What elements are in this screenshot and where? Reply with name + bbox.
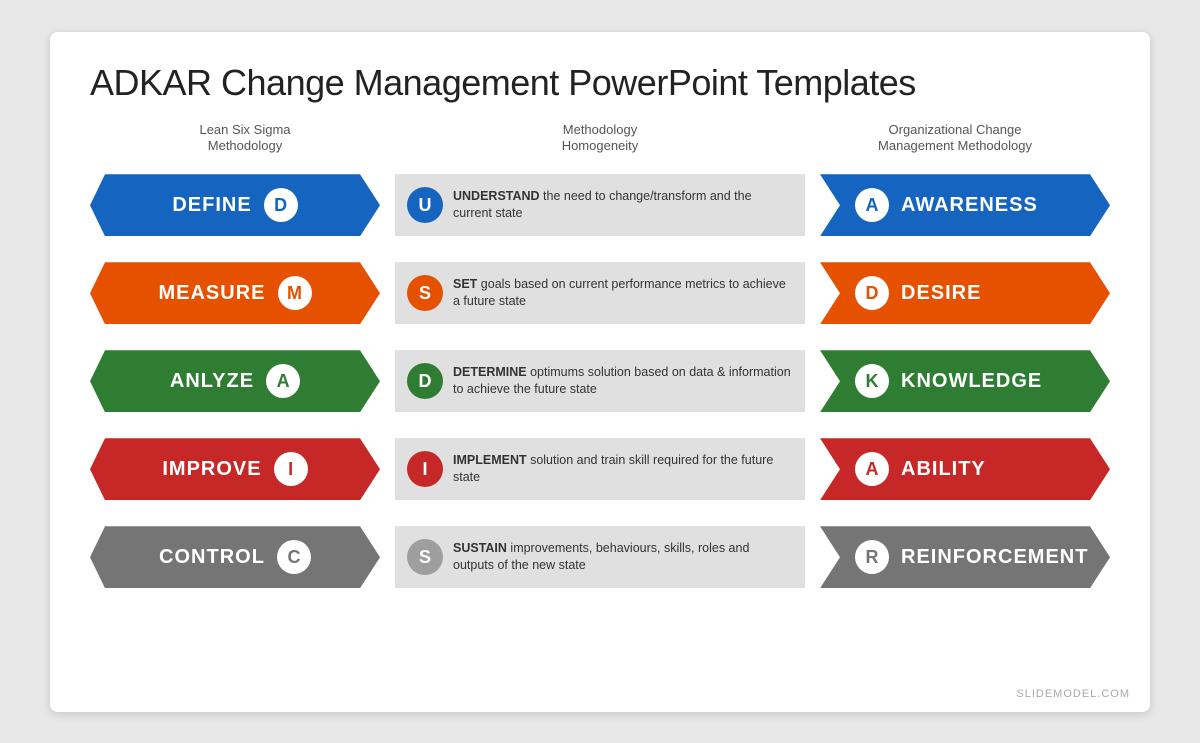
col-header-right: Organizational ChangeManagement Methodol… <box>800 122 1110 156</box>
mid-circle-analyze: D <box>407 363 443 399</box>
left-label-improve: IMPROVE <box>162 458 261 481</box>
row-control: CONTROL C S SUSTAIN improvements, behavi… <box>90 517 1110 597</box>
left-circle-measure: M <box>278 276 312 310</box>
left-circle-define: D <box>264 188 298 222</box>
row-define: DEFINE D U UNDERSTAND the need to change… <box>90 165 1110 245</box>
right-arrow-desire: D DESIRE <box>820 262 1110 324</box>
mid-text-define: UNDERSTAND the need to change/transform … <box>453 188 793 223</box>
mid-text-control: SUSTAIN improvements, behaviours, skills… <box>453 540 793 575</box>
mid-section-improve: I IMPLEMENT solution and train skill req… <box>395 438 805 500</box>
right-label-ability: ABILITY <box>901 458 986 481</box>
left-circle-improve: I <box>274 452 308 486</box>
right-circle-reinforcement: R <box>855 540 889 574</box>
mid-text-measure: SET goals based on current performance m… <box>453 276 793 311</box>
mid-section-measure: S SET goals based on current performance… <box>395 262 805 324</box>
right-arrow-ability: A ABILITY <box>820 438 1110 500</box>
left-label-analyze: ANLYZE <box>170 370 254 393</box>
left-arrow-measure: MEASURE M <box>90 262 380 324</box>
right-arrow-awareness: A AWARENESS <box>820 174 1110 236</box>
mid-text-improve: IMPLEMENT solution and train skill requi… <box>453 452 793 487</box>
left-label-define: DEFINE <box>172 194 251 217</box>
left-label-control: CONTROL <box>159 546 265 569</box>
main-title: ADKAR Change Management PowerPoint Templ… <box>90 62 1110 104</box>
mid-section-define: U UNDERSTAND the need to change/transfor… <box>395 174 805 236</box>
right-circle-ability: A <box>855 452 889 486</box>
left-arrow-control: CONTROL C <box>90 526 380 588</box>
left-arrow-analyze: ANLYZE A <box>90 350 380 412</box>
left-circle-control: C <box>277 540 311 574</box>
mid-section-control: S SUSTAIN improvements, behaviours, skil… <box>395 526 805 588</box>
mid-text-analyze: DETERMINE optimums solution based on dat… <box>453 364 793 399</box>
slide: ADKAR Change Management PowerPoint Templ… <box>50 32 1150 712</box>
left-arrow-improve: IMPROVE I <box>90 438 380 500</box>
mid-circle-measure: S <box>407 275 443 311</box>
columns-header: Lean Six SigmaMethodology MethodologyHom… <box>90 122 1110 156</box>
row-measure: MEASURE M S SET goals based on current p… <box>90 253 1110 333</box>
right-arrow-knowledge: K KNOWLEDGE <box>820 350 1110 412</box>
watermark: SLIDEMODEL.COM <box>1016 688 1130 700</box>
right-circle-awareness: A <box>855 188 889 222</box>
left-arrow-define: DEFINE D <box>90 174 380 236</box>
right-circle-knowledge: K <box>855 364 889 398</box>
right-label-awareness: AWARENESS <box>901 194 1038 217</box>
col-header-left: Lean Six SigmaMethodology <box>90 122 400 156</box>
mid-section-analyze: D DETERMINE optimums solution based on d… <box>395 350 805 412</box>
mid-circle-improve: I <box>407 451 443 487</box>
left-circle-analyze: A <box>266 364 300 398</box>
right-arrow-reinforcement: R REINFORCEMENT <box>820 526 1110 588</box>
right-circle-desire: D <box>855 276 889 310</box>
mid-circle-control: S <box>407 539 443 575</box>
right-label-desire: DESIRE <box>901 282 981 305</box>
mid-circle-define: U <box>407 187 443 223</box>
rows-container: DEFINE D U UNDERSTAND the need to change… <box>90 165 1110 597</box>
left-label-measure: MEASURE <box>158 282 265 305</box>
col-header-mid: MethodologyHomogeneity <box>400 122 800 156</box>
row-improve: IMPROVE I I IMPLEMENT solution and train… <box>90 429 1110 509</box>
right-label-knowledge: KNOWLEDGE <box>901 370 1042 393</box>
row-analyze: ANLYZE A D DETERMINE optimums solution b… <box>90 341 1110 421</box>
right-label-reinforcement: REINFORCEMENT <box>901 546 1088 569</box>
